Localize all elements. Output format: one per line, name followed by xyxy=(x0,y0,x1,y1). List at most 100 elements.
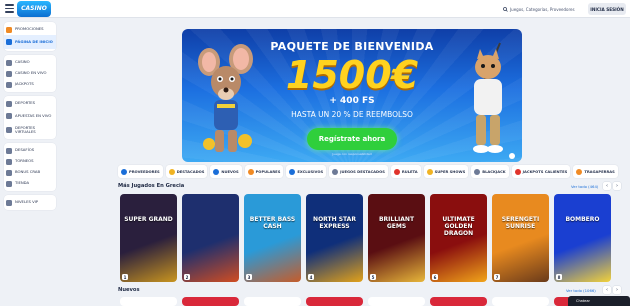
search-placeholder: Juegos, Categorías, Proveedores xyxy=(510,6,575,12)
category-chip[interactable]: JACKPOTS CALIENTES xyxy=(511,165,571,178)
category-label: JACKPOTS CALIENTES xyxy=(522,169,568,174)
category-chip[interactable]: TRAGAPERRAS xyxy=(573,165,618,178)
new-game-tile[interactable] xyxy=(182,297,239,306)
category-label: NUEVOS xyxy=(221,169,239,174)
game-tile[interactable]: NORTH STAR EXPRESS 4 xyxy=(306,194,363,282)
register-button[interactable]: Regístrate ahora xyxy=(307,128,397,150)
sidebar-item[interactable]: CASINO xyxy=(4,57,56,68)
banner-free-spins: + 400 FS xyxy=(329,96,375,106)
category-label: BLACKJACK xyxy=(482,169,506,174)
sidebar-group: DESAFÍOS TORNEOS BONUS CRAB TIENDA xyxy=(4,143,56,191)
sidebar-group: DEPORTES APUESTAS EN VIVO DEPORTES VIRTUAL… xyxy=(4,96,56,139)
jackpot-icon xyxy=(6,81,12,88)
category-chip[interactable]: PROVEEDORES xyxy=(118,165,163,178)
trophy-icon xyxy=(6,158,12,165)
sidebar-item-label: DEPORTES VIRTUALES xyxy=(15,124,36,134)
sidebar-item[interactable]: CASINO EN VIVO xyxy=(4,68,56,79)
category-icon xyxy=(474,168,481,175)
sidebar-item-label: TIENDA xyxy=(15,180,30,186)
chat-widget[interactable]: Chatear xyxy=(568,296,630,306)
game-tile[interactable]: BRILLIANT GEMS 5 xyxy=(368,194,425,282)
new-game-tile[interactable] xyxy=(120,297,177,306)
category-label: SUPER SHOWS xyxy=(434,169,466,174)
sidebar: PROMOCIONES PÁGINA DE INICIO CASINO CASINO … xyxy=(4,22,56,214)
new-game-tile[interactable] xyxy=(430,297,487,306)
game-title: BRILLIANT GEMS xyxy=(378,216,415,230)
home-icon xyxy=(6,39,12,45)
shop-icon xyxy=(6,180,12,187)
search-box[interactable]: Juegos, Categorías, Proveedores xyxy=(503,4,583,14)
welcome-banner[interactable]: PAQUETE DE BIENVENIDA 1500€ + 400 FS HAS… xyxy=(182,29,522,162)
new-game-tile[interactable] xyxy=(368,297,425,306)
section-title-top: Más Jugados En Grecia xyxy=(118,183,185,189)
category-chip[interactable]: POPULARES xyxy=(244,165,284,178)
sidebar-item[interactable]: TORNEOS xyxy=(4,156,56,167)
sidebar-item[interactable]: NIVELES VIP xyxy=(4,197,56,208)
category-chip[interactable]: BLACKJACK xyxy=(471,165,509,178)
next-arrow-icon-new[interactable]: › xyxy=(613,286,621,294)
view-all-new-link[interactable]: Ver todo (1066) xyxy=(566,288,596,293)
category-chip[interactable]: RULETA xyxy=(390,165,421,178)
category-icon xyxy=(121,168,127,175)
sidebar-item-label: TORNEOS xyxy=(15,158,34,164)
new-game-tile[interactable] xyxy=(492,297,549,306)
sidebar-item[interactable]: DESAFÍOS xyxy=(4,145,56,156)
category-chip[interactable]: NUEVOS xyxy=(210,165,242,178)
category-chip[interactable]: SUPER SHOWS xyxy=(423,165,469,178)
category-icon xyxy=(213,168,220,175)
sidebar-group: CASINO CASINO EN VIVO JACKPOTS xyxy=(4,55,56,92)
cards-icon xyxy=(6,59,12,66)
game-tile[interactable]: BETTER BASS CASH 3 xyxy=(244,194,301,282)
game-rank: 2 xyxy=(184,274,190,280)
category-chip[interactable]: DESTACADOS xyxy=(165,165,208,178)
challenge-icon xyxy=(6,147,12,154)
sidebar-item[interactable]: DEPORTES xyxy=(4,98,56,109)
prev-arrow-icon[interactable]: ‹ xyxy=(603,182,611,190)
live-bets-icon xyxy=(6,113,12,119)
game-rank: 4 xyxy=(308,274,314,280)
category-label: EXCLUSIVOS xyxy=(297,169,324,174)
new-game-tile[interactable] xyxy=(244,297,301,306)
game-tile[interactable]: 2 xyxy=(182,194,239,282)
view-all-top-link[interactable]: Ver todo (464) xyxy=(571,184,598,189)
prev-arrow-icon-new[interactable]: ‹ xyxy=(603,286,611,294)
sidebar-item[interactable]: BONUS CRAB xyxy=(4,167,56,178)
login-button[interactable]: INICIA SESIÓN xyxy=(588,3,626,15)
new-game-tile[interactable] xyxy=(306,297,363,306)
sidebar-item[interactable]: JACKPOTS xyxy=(4,79,56,90)
vip-icon xyxy=(6,199,12,206)
sidebar-item[interactable]: DEPORTES VIRTUALES xyxy=(4,123,56,137)
game-title: BOMBERO xyxy=(565,216,600,223)
sidebar-item[interactable]: PROMOCIONES xyxy=(4,24,56,35)
sidebar-item-label: CASINO xyxy=(15,59,30,65)
sidebar-item[interactable]: APUESTAS EN VIVO xyxy=(4,109,56,123)
banner-subtitle: HASTA UN 20 % DE REEMBOLSO xyxy=(291,110,413,119)
banner-small-print: Juega con responsabilidad xyxy=(332,152,372,156)
casino-logo[interactable]: CASINO xyxy=(17,1,51,17)
sidebar-item-label: CASINO EN VIVO xyxy=(15,70,47,76)
category-icon xyxy=(393,168,400,175)
sidebar-item[interactable]: TIENDA xyxy=(4,178,56,189)
category-chip[interactable]: JUEGOS DESTACADOS xyxy=(329,165,388,178)
category-icon xyxy=(426,168,433,175)
sidebar-group: NIVELES VIP xyxy=(4,195,56,210)
category-icon xyxy=(168,168,175,175)
category-icon xyxy=(576,168,583,175)
game-rank: 6 xyxy=(432,274,438,280)
game-rank: 8 xyxy=(556,274,562,280)
game-rank: 1 xyxy=(122,274,128,280)
virtual-icon xyxy=(6,127,12,133)
sidebar-item[interactable]: PÁGINA DE INICIO xyxy=(4,35,56,49)
game-tile[interactable]: ULTIMATE GOLDEN DRAGON 6 xyxy=(430,194,487,282)
category-label: DESTACADOS xyxy=(176,169,205,174)
game-tile[interactable]: SUPER GRAND 1 xyxy=(120,194,177,282)
crab-icon xyxy=(6,169,12,176)
game-tile[interactable]: BOMBERO 8 xyxy=(554,194,611,282)
next-arrow-icon[interactable]: › xyxy=(613,182,621,190)
category-label: JUEGOS DESTACADOS xyxy=(340,169,385,174)
game-tile[interactable]: SERENGETI SUNRISE 7 xyxy=(492,194,549,282)
category-icon xyxy=(247,168,254,175)
menu-icon[interactable] xyxy=(5,4,14,13)
sidebar-group: PROMOCIONES PÁGINA DE INICIO xyxy=(4,22,56,51)
category-chip[interactable]: EXCLUSIVOS xyxy=(286,165,327,178)
